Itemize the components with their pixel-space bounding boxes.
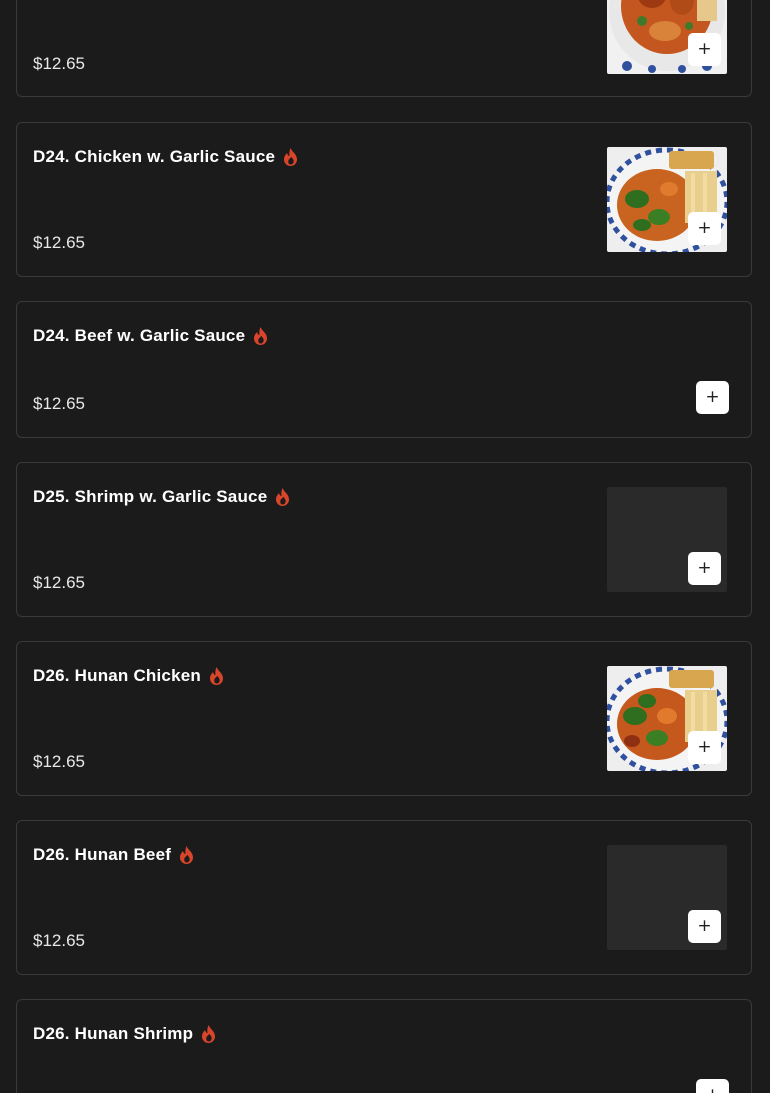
plus-icon: +: [697, 218, 712, 238]
item-title: D26. Hunan Shrimp: [33, 1024, 217, 1044]
item-title: D25. Shrimp w. Garlic Sauce: [33, 487, 291, 507]
menu-item-card[interactable]: D26. Hunan Beef $12.65 +: [16, 820, 752, 975]
item-title: D24. Chicken w. Garlic Sauce: [33, 147, 299, 167]
menu-item-card[interactable]: D24. Chicken w. Garlic Sauce $12.65 +: [16, 122, 752, 277]
item-name: D26. Hunan Chicken: [33, 666, 201, 685]
plus-icon: +: [697, 737, 712, 757]
item-title: D26. Hunan Beef: [33, 845, 195, 865]
plus-icon: +: [697, 916, 712, 936]
add-to-cart-button[interactable]: +: [688, 731, 721, 764]
flame-icon: [274, 487, 291, 507]
menu-item-card[interactable]: D25. Shrimp w. Garlic Sauce $12.65 +: [16, 462, 752, 617]
item-name: D26. Hunan Beef: [33, 845, 172, 864]
item-name: D24. Chicken w. Garlic Sauce: [33, 147, 276, 166]
flame-icon: [282, 147, 299, 167]
plus-icon: +: [705, 387, 720, 407]
menu-item-card[interactable]: D26. Hunan Chicken $12.65 +: [16, 641, 752, 796]
add-to-cart-button[interactable]: +: [688, 212, 721, 245]
menu-item-card[interactable]: D26. Hunan Shrimp +: [16, 999, 752, 1093]
menu-item-card[interactable]: + $12.65: [16, 0, 752, 97]
item-title: D26. Hunan Chicken: [33, 666, 225, 686]
add-to-cart-button[interactable]: +: [696, 1079, 729, 1093]
menu-item-card[interactable]: D24. Beef w. Garlic Sauce $12.65 +: [16, 301, 752, 438]
item-price: $12.65: [33, 54, 85, 73]
item-price: $12.65: [33, 573, 85, 592]
add-to-cart-button[interactable]: +: [688, 910, 721, 943]
item-name: D24. Beef w. Garlic Sauce: [33, 326, 246, 345]
add-to-cart-button[interactable]: +: [696, 381, 729, 414]
item-price: $12.65: [33, 931, 85, 950]
item-price: $12.65: [33, 394, 85, 413]
flame-icon: [178, 845, 195, 865]
plus-icon: +: [705, 1087, 719, 1093]
menu-list: + $12.65 D24. Chicken w. Garlic Sauce $1…: [0, 0, 770, 1093]
flame-icon: [252, 326, 269, 346]
add-to-cart-button[interactable]: +: [688, 33, 721, 66]
item-title: D24. Beef w. Garlic Sauce: [33, 326, 269, 346]
add-to-cart-button[interactable]: +: [688, 552, 721, 585]
plus-icon: +: [697, 558, 712, 578]
flame-icon: [200, 1024, 217, 1044]
item-price: $12.65: [33, 752, 85, 771]
item-price: $12.65: [33, 233, 85, 252]
plus-icon: +: [697, 39, 712, 59]
item-name: D26. Hunan Shrimp: [33, 1024, 194, 1043]
flame-icon: [208, 666, 225, 686]
item-name: D25. Shrimp w. Garlic Sauce: [33, 487, 268, 506]
